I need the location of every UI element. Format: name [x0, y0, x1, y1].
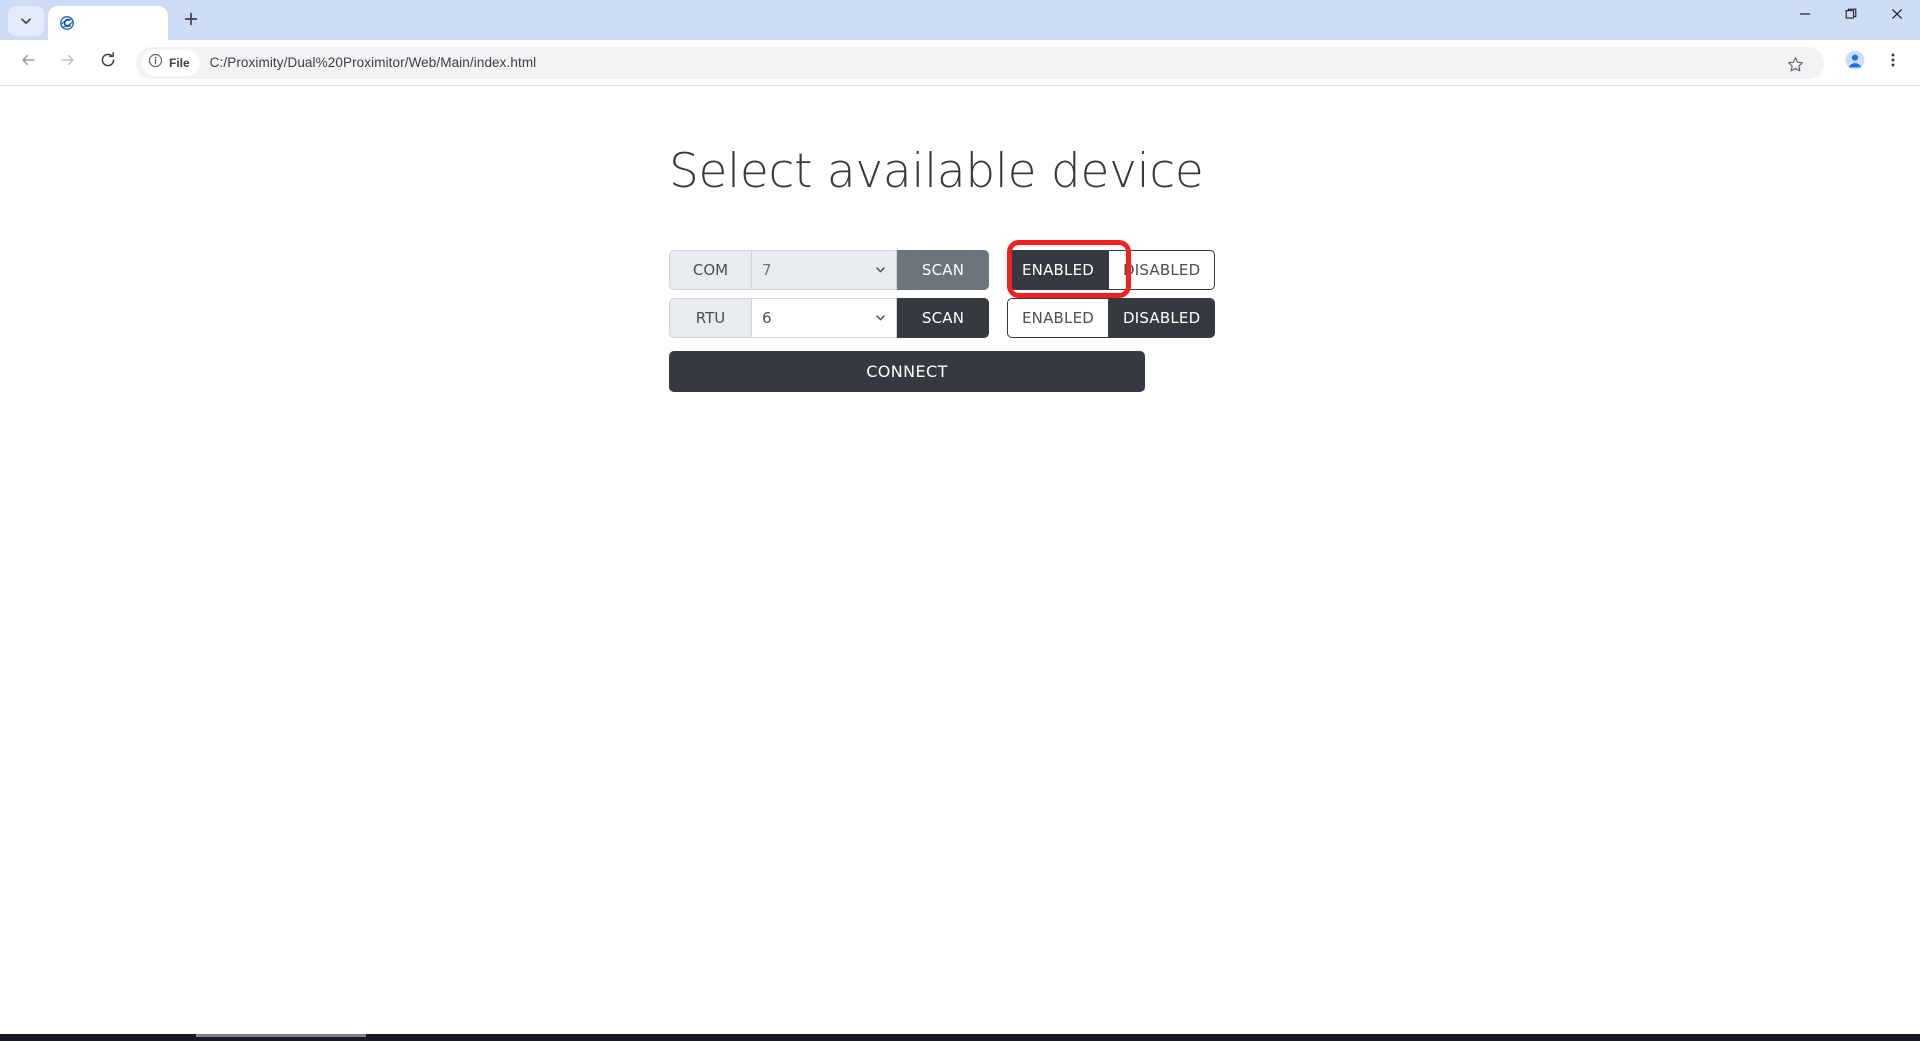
- close-button[interactable]: [1874, 0, 1920, 32]
- plus-icon: [184, 12, 198, 31]
- rtu-select-wrap: 6: [751, 297, 897, 338]
- browser-toolbar: File C:/Proximity/Dual%20Proximitor/Web/…: [0, 40, 1920, 85]
- forward-arrow-icon: [59, 51, 77, 74]
- device-row-rtu: RTU 6 SCAN ENABLED DISABLED: [669, 297, 1251, 338]
- forward-button[interactable]: [52, 47, 84, 79]
- address-bar[interactable]: File C:/Proximity/Dual%20Proximitor/Web/…: [136, 46, 1824, 79]
- com-disabled-button[interactable]: DISABLED: [1108, 249, 1216, 290]
- minimize-icon: [1799, 7, 1811, 25]
- star-icon: [1787, 56, 1804, 78]
- page-content: Select available device COM 7 SCAN ENABL…: [669, 86, 1251, 392]
- tab-strip: [0, 0, 1920, 40]
- url-text: C:/Proximity/Dual%20Proximitor/Web/Main/…: [209, 55, 537, 70]
- rtu-input-group: RTU 6 SCAN: [669, 297, 989, 338]
- reload-icon: [99, 51, 117, 74]
- back-arrow-icon: [19, 51, 37, 74]
- omnibox-actions: [1776, 51, 1814, 83]
- close-icon: [1891, 7, 1903, 25]
- maximize-icon: [1845, 7, 1857, 25]
- toolbar-right-actions: [1836, 47, 1912, 79]
- page-viewport: Select available device COM 7 SCAN ENABL…: [0, 86, 1920, 1035]
- com-toggle-group: ENABLED DISABLED: [1007, 249, 1216, 290]
- rtu-address-select[interactable]: 6: [751, 297, 897, 338]
- page-title: Select available device: [669, 144, 1204, 199]
- window-controls: [1782, 0, 1920, 32]
- com-port-select[interactable]: 7: [751, 249, 897, 290]
- maximize-button[interactable]: [1828, 0, 1874, 32]
- tab-search-button[interactable]: [8, 6, 44, 36]
- com-scan-button[interactable]: SCAN: [897, 249, 989, 290]
- com-enabled-button[interactable]: ENABLED: [1007, 249, 1109, 290]
- scheme-label: File: [169, 55, 190, 70]
- rtu-label: RTU: [669, 297, 751, 338]
- avatar-icon: [1845, 50, 1865, 75]
- profile-button[interactable]: [1839, 47, 1871, 79]
- chevron-down-icon: [875, 261, 886, 279]
- reload-button[interactable]: [92, 47, 124, 79]
- connect-button[interactable]: CONNECT: [669, 350, 1145, 392]
- com-input-group: COM 7 SCAN: [669, 249, 989, 290]
- device-row-com: COM 7 SCAN ENABLED DISABLED: [669, 239, 1251, 298]
- taskbar: [0, 1034, 1920, 1041]
- three-dot-menu-icon: [1885, 52, 1901, 73]
- globe-icon: [58, 14, 76, 32]
- browser-window: File C:/Proximity/Dual%20Proximitor/Web/…: [0, 0, 1920, 1041]
- new-tab-button[interactable]: [176, 6, 206, 36]
- browser-tab[interactable]: [48, 6, 168, 40]
- back-button[interactable]: [12, 47, 44, 79]
- rtu-scan-button[interactable]: SCAN: [897, 297, 989, 338]
- bookmark-button[interactable]: [1779, 51, 1811, 83]
- rtu-toggle-group: ENABLED DISABLED: [1007, 297, 1216, 338]
- com-port-value: 7: [762, 260, 772, 279]
- taskbar-active-indicator: [196, 1034, 366, 1037]
- chevron-down-icon: [20, 15, 32, 27]
- rtu-address-value: 6: [762, 308, 772, 327]
- minimize-button[interactable]: [1782, 0, 1828, 32]
- browser-menu-button[interactable]: [1877, 47, 1909, 79]
- chevron-down-icon: [875, 309, 886, 327]
- com-label: COM: [669, 249, 751, 290]
- info-circle-icon: [148, 53, 163, 73]
- rtu-enabled-button[interactable]: ENABLED: [1007, 297, 1109, 338]
- com-select-wrap: 7: [751, 249, 897, 290]
- page-info-chip[interactable]: File: [142, 49, 200, 76]
- rtu-disabled-button[interactable]: DISABLED: [1108, 297, 1216, 338]
